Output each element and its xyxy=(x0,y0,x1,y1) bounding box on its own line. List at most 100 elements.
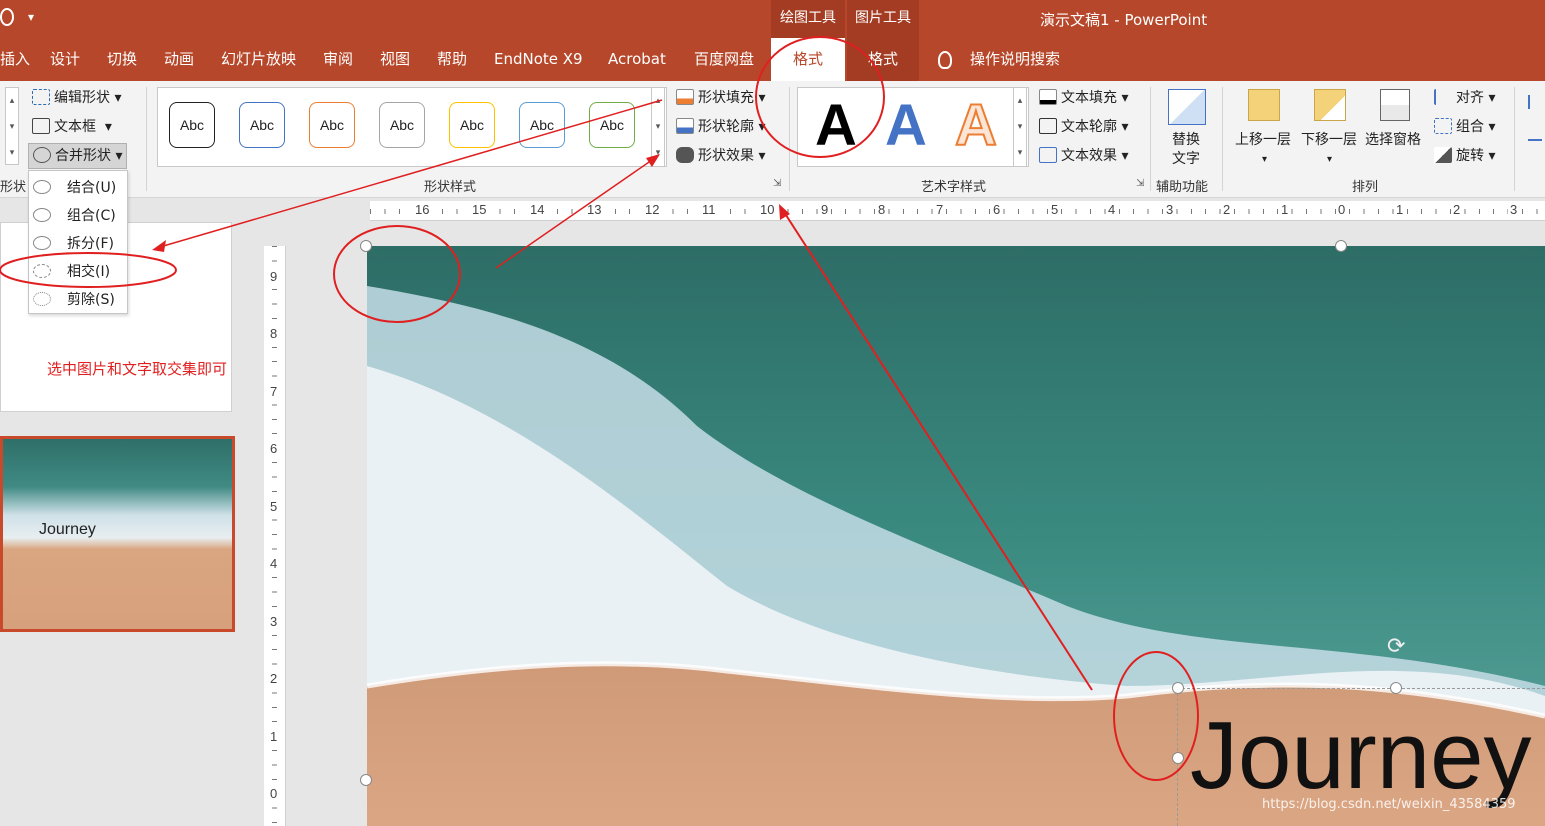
bring-forward-icon[interactable] xyxy=(1248,89,1280,121)
ruler-label: 2 xyxy=(1451,202,1463,217)
ruler-label: 4 xyxy=(1106,202,1118,217)
resize-handle[interactable] xyxy=(1172,752,1184,764)
ruler-label: 2 xyxy=(270,671,278,686)
ruler-label: 12 xyxy=(643,202,662,217)
size-width-icon[interactable] xyxy=(1528,139,1542,153)
tell-me-search[interactable]: 操作说明搜索 xyxy=(970,38,1060,81)
tab-review[interactable]: 审阅 xyxy=(323,38,353,81)
menu-item-union-label: 结合(U) xyxy=(67,180,117,196)
shape-styles-scroll[interactable]: ▴ ▾ ▾ xyxy=(651,87,665,167)
resize-handle[interactable] xyxy=(1172,682,1184,694)
shape-effect-button[interactable]: 形状效果 ▾ xyxy=(676,145,765,167)
text-box-label: 文本框 xyxy=(54,119,96,135)
menu-item-combine[interactable]: 组合(C) xyxy=(33,205,116,227)
shape-style-swatch[interactable]: Abc xyxy=(589,102,635,148)
shape-style-swatch[interactable]: Abc xyxy=(519,102,565,148)
bring-forward-dropdown[interactable]: ▾ xyxy=(1262,149,1267,171)
resize-handle[interactable] xyxy=(360,774,372,786)
group-divider xyxy=(1514,87,1515,191)
wordart-black-style[interactable]: A xyxy=(815,95,857,157)
resize-handle[interactable] xyxy=(1390,682,1402,694)
alt-text-icon[interactable] xyxy=(1168,89,1206,125)
tab-design[interactable]: 设计 xyxy=(50,38,80,81)
tab-format-drawing[interactable]: 格式 xyxy=(771,38,845,81)
tab-endnote[interactable]: EndNote X9 xyxy=(494,38,583,81)
tab-help[interactable]: 帮助 xyxy=(437,38,467,81)
shape-style-swatch[interactable]: Abc xyxy=(169,102,215,148)
vertical-ruler: 9 8 7 6 5 4 3 2 1 0 xyxy=(264,246,286,826)
shape-style-swatch[interactable]: Abc xyxy=(379,102,425,148)
wordart-scroll[interactable]: ▴ ▾ ▾ xyxy=(1013,87,1027,167)
text-effect-button[interactable]: 文本效果 ▾ xyxy=(1039,145,1128,167)
send-backward-icon[interactable] xyxy=(1314,89,1346,121)
edit-shape-label: 编辑形状 xyxy=(54,90,110,106)
rotate-button[interactable]: 旋转 ▾ xyxy=(1434,145,1495,167)
ruler-label: 11 xyxy=(700,202,718,217)
size-height-icon[interactable] xyxy=(1528,95,1542,109)
slide-canvas[interactable]: Journey ⟳ xyxy=(367,246,1545,826)
text-fill-button[interactable]: 文本填充 ▾ xyxy=(1039,87,1128,109)
dialog-launcher-icon[interactable]: ⇲ xyxy=(1136,178,1144,189)
edit-shape-button[interactable]: 编辑形状 ▾ xyxy=(32,87,121,109)
shape-outline-button[interactable]: 形状轮廓 ▾ xyxy=(676,116,765,138)
text-box-button[interactable]: 文本框 ▾ xyxy=(32,116,112,138)
tab-view[interactable]: 视图 xyxy=(380,38,410,81)
undo-icon[interactable] xyxy=(0,8,14,26)
group-divider xyxy=(1222,87,1223,191)
ruler-label: 1 xyxy=(1279,202,1291,217)
shape-style-swatch[interactable]: Abc xyxy=(239,102,285,148)
dialog-launcher-icon[interactable]: ⇲ xyxy=(773,178,781,189)
alt-text-label-2[interactable]: 文字 xyxy=(1172,148,1200,170)
group-button[interactable]: 组合 ▾ xyxy=(1434,116,1495,138)
context-tab-drawing-tools: 绘图工具 xyxy=(771,0,845,38)
ruler-label: 5 xyxy=(270,499,278,514)
tab-transitions[interactable]: 切换 xyxy=(107,38,137,81)
merge-shapes-icon xyxy=(33,147,51,163)
menu-item-intersect[interactable]: 相交(I) xyxy=(33,261,110,283)
merge-shapes-button[interactable]: 合并形状 ▾ xyxy=(28,143,128,169)
shape-style-swatch[interactable]: Abc xyxy=(449,102,495,148)
tab-animations[interactable]: 动画 xyxy=(164,38,194,81)
bring-forward-button[interactable]: 上移一层 xyxy=(1235,129,1291,151)
resize-handle[interactable] xyxy=(1335,240,1347,252)
menu-item-subtract[interactable]: 剪除(S) xyxy=(33,289,115,311)
rotate-handle-icon[interactable]: ⟳ xyxy=(1387,634,1405,659)
tab-format-picture[interactable]: 格式 xyxy=(847,38,919,81)
tab-insert[interactable]: 插入 xyxy=(0,38,30,81)
shapes-gallery-scroll[interactable]: ▴ ▾ ▾ xyxy=(5,87,19,165)
ruler-label: 1 xyxy=(1394,202,1406,217)
group-icon xyxy=(1434,118,1452,134)
wordart-blue-style[interactable]: A xyxy=(885,95,927,157)
shape-effect-icon xyxy=(676,147,694,163)
document-title: 演示文稿1 - PowerPoint xyxy=(1040,11,1208,29)
text-effect-label: 文本效果 xyxy=(1061,148,1117,164)
menu-item-union[interactable]: 结合(U) xyxy=(33,177,116,199)
shape-fill-label: 形状填充 xyxy=(698,90,754,106)
slide-journey-text[interactable]: Journey xyxy=(1190,701,1532,811)
resize-handle[interactable] xyxy=(360,240,372,252)
send-backward-dropdown[interactable]: ▾ xyxy=(1327,149,1332,171)
tab-acrobat[interactable]: Acrobat xyxy=(608,38,666,81)
ruler-label: 0 xyxy=(1336,202,1348,217)
edit-shape-icon xyxy=(32,89,50,105)
ruler-label: 9 xyxy=(270,269,278,284)
union-icon xyxy=(33,180,51,194)
menu-item-fragment[interactable]: 拆分(F) xyxy=(33,233,114,255)
paint-bucket-icon xyxy=(676,89,694,105)
ruler-label: 3 xyxy=(1508,202,1520,217)
shape-style-swatch[interactable]: Abc xyxy=(309,102,355,148)
text-outline-button[interactable]: 文本轮廓 ▾ xyxy=(1039,116,1128,138)
slide-thumbnail-2[interactable]: Journey xyxy=(0,436,235,632)
send-backward-button[interactable]: 下移一层 xyxy=(1301,129,1357,151)
quick-access-dropdown[interactable]: ▾ xyxy=(28,10,34,24)
wordart-orange-outline-style[interactable]: A xyxy=(954,94,998,158)
selection-pane-button[interactable]: 选择窗格 xyxy=(1365,129,1421,151)
tab-baidu-netdisk[interactable]: 百度网盘 xyxy=(694,38,754,81)
shape-fill-button[interactable]: 形状填充 ▾ xyxy=(676,87,765,109)
selection-pane-icon[interactable] xyxy=(1380,89,1410,121)
shape-styles-group-label: 形状样式 xyxy=(424,180,477,195)
text-effect-icon xyxy=(1039,147,1057,163)
watermark-text: https://blog.csdn.net/weixin_43584359 xyxy=(1262,797,1516,812)
tab-slideshow[interactable]: 幻灯片放映 xyxy=(221,38,296,81)
align-button[interactable]: 对齐 ▾ xyxy=(1434,87,1495,109)
